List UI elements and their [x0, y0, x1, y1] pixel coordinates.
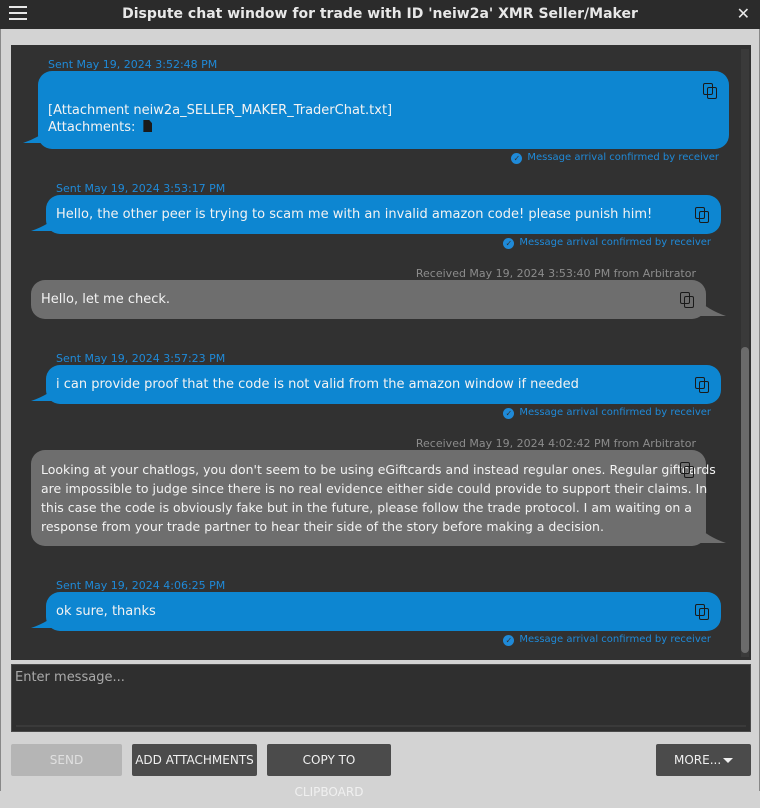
confirmation-text: Message arrival confirmed by receiver [527, 152, 719, 163]
attachments-row: Attachments: [48, 118, 153, 137]
more-button[interactable]: MORE... [656, 744, 751, 776]
close-icon[interactable]: ✕ [737, 4, 750, 23]
message-meta: Sent May 19, 2024 3:52:48 PM [48, 58, 218, 71]
message-bubble-sent: i can provide proof that the code is not… [46, 365, 721, 404]
send-button[interactable]: SEND [11, 744, 122, 776]
message-meta: Received May 19, 2024 3:53:40 PM from Ar… [415, 267, 696, 280]
message-meta: Sent May 19, 2024 3:53:17 PM [56, 182, 226, 195]
copy-icon[interactable] [695, 207, 711, 223]
check-circle-icon: ✓ [503, 635, 515, 646]
copy-to-clipboard-button[interactable]: COPY TO CLIPBOARD [267, 744, 391, 799]
message-input[interactable] [12, 665, 750, 731]
message-meta: Received May 19, 2024 4:02:42 PM from Ar… [415, 437, 696, 450]
attachments-label: Attachments: [48, 120, 136, 135]
confirmation-text: Message arrival confirmed by receiver [519, 237, 711, 248]
message-meta: Sent May 19, 2024 4:06:25 PM [56, 579, 226, 592]
message-line: response from your trade partner to hear… [41, 519, 604, 534]
delivery-confirmation: ✓ Message arrival confirmed by receiver [511, 152, 719, 164]
check-circle-icon: ✓ [511, 153, 523, 164]
message-bubble-sent: ok sure, thanks [46, 592, 721, 631]
confirmation-text: Message arrival confirmed by receiver [519, 407, 711, 418]
message-input-area [11, 664, 751, 732]
confirmation-text: Message arrival confirmed by receiver [519, 634, 711, 645]
message-text: i can provide proof that the code is not… [56, 377, 579, 392]
message-meta: Sent May 19, 2024 3:57:23 PM [56, 352, 226, 365]
check-circle-icon: ✓ [503, 408, 515, 419]
message-bubble-sent: [Attachment neiw2a_SELLER_MAKER_TraderCh… [38, 71, 729, 149]
delivery-confirmation: ✓ Message arrival confirmed by receiver [503, 407, 711, 419]
delivery-confirmation: ✓ Message arrival confirmed by receiver [503, 634, 711, 646]
message-text: ok sure, thanks [56, 604, 156, 619]
more-button-label: MORE... [674, 753, 722, 767]
message-bubble-received: Hello, let me check. [31, 280, 706, 319]
check-circle-icon: ✓ [503, 238, 515, 249]
message-line: this case the code is obviously fake but… [41, 500, 692, 515]
scrollbar-thumb[interactable] [741, 347, 749, 653]
window-title: Dispute chat window for trade with ID 'n… [122, 6, 638, 22]
copy-icon[interactable] [703, 83, 719, 99]
delivery-confirmation: ✓ Message arrival confirmed by receiver [503, 237, 711, 249]
chevron-down-icon [723, 758, 733, 763]
input-divider [16, 725, 746, 727]
message-text: Hello, let me check. [41, 292, 171, 307]
add-attachments-button[interactable]: ADD ATTACHMENTS [132, 744, 257, 776]
chat-message-list[interactable]: Sent May 19, 2024 3:52:48 PM [Attachment… [11, 45, 751, 660]
message-bubble-received: Looking at your chatlogs, you don't seem… [31, 450, 716, 546]
copy-icon[interactable] [695, 604, 711, 620]
copy-icon[interactable] [680, 292, 696, 308]
message-text: Looking at your chatlogs, you don't seem… [41, 460, 716, 536]
message-line: are impossible to judge since there is n… [41, 481, 708, 496]
file-icon[interactable] [143, 120, 153, 132]
title-bar: Dispute chat window for trade with ID 'n… [0, 0, 760, 29]
message-bubble-sent: Hello, the other peer is trying to scam … [46, 195, 721, 234]
message-line: Looking at your chatlogs, you don't seem… [41, 462, 716, 477]
message-text: Hello, the other peer is trying to scam … [56, 207, 653, 222]
copy-icon[interactable] [680, 462, 696, 478]
copy-icon[interactable] [695, 377, 711, 393]
